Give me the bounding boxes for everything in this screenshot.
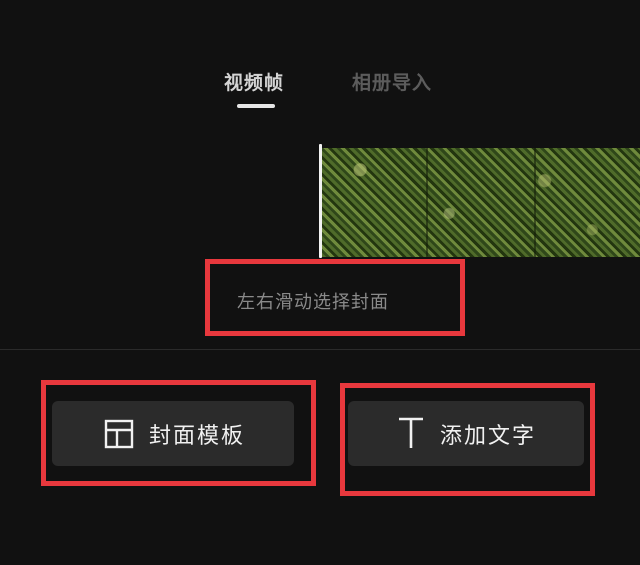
hint-highlight-box <box>205 259 465 336</box>
tab-album-import[interactable]: 相册导入 <box>352 68 432 95</box>
cover-template-highlight-box <box>41 380 316 486</box>
add-text-highlight-box <box>340 383 595 496</box>
video-frame-strip[interactable] <box>322 148 640 257</box>
frame-divider <box>534 148 536 257</box>
section-divider <box>0 349 640 350</box>
active-tab-indicator <box>237 104 275 108</box>
tab-video-frame[interactable]: 视频帧 <box>224 68 284 95</box>
cover-source-tabs: 视频帧 相册导入 <box>0 68 640 116</box>
frame-divider <box>426 148 428 257</box>
frame-playhead[interactable] <box>319 144 322 258</box>
